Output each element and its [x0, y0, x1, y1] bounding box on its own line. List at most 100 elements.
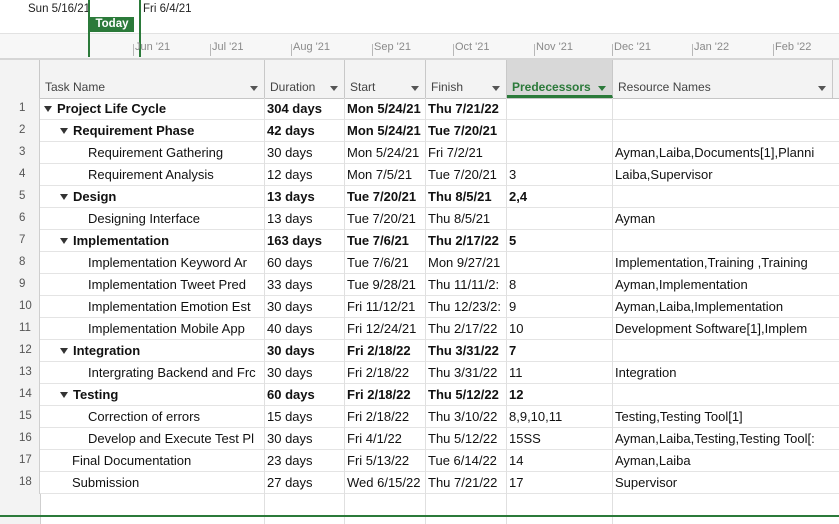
row-number-cell[interactable]: 1	[0, 98, 40, 120]
task-name-cell[interactable]: Implementation Emotion Est	[40, 296, 265, 318]
row-number-cell[interactable]: 15	[0, 406, 40, 428]
duration-cell[interactable]: 13 days	[265, 208, 345, 230]
duration-cell[interactable]: 60 days	[265, 384, 345, 406]
finish-cell[interactable]: Mon 9/27/21	[426, 252, 507, 274]
resource-names-cell[interactable]	[613, 120, 839, 142]
finish-cell[interactable]: Thu 5/12/22	[426, 384, 507, 406]
table-row[interactable]: 9 Implementation Tweet Pred 33 days Tue 9/2…	[0, 274, 839, 296]
task-name-cell[interactable]: Integration	[40, 340, 265, 362]
predecessors-cell[interactable]: 9	[507, 296, 613, 318]
header-task-name[interactable]: Task Name	[40, 60, 265, 98]
resource-names-cell[interactable]: Supervisor	[613, 472, 839, 494]
resource-names-cell[interactable]: Testing,Testing Tool[1]	[613, 406, 839, 428]
start-cell[interactable]: Fri 11/12/21	[345, 296, 426, 318]
finish-cell[interactable]: Thu 3/31/22	[426, 340, 507, 362]
finish-cell[interactable]: Thu 2/17/22	[426, 318, 507, 340]
predecessors-cell[interactable]: 17	[507, 472, 613, 494]
start-cell[interactable]: Tue 7/6/21	[345, 230, 426, 252]
table-row[interactable]: 3 Requirement Gathering 30 days Mon 5/24/21…	[0, 142, 839, 164]
table-row[interactable]: 6 Designing Interface 13 days Tue 7/20/21 Th…	[0, 208, 839, 230]
duration-cell[interactable]: 30 days	[265, 340, 345, 362]
chevron-down-icon[interactable]	[411, 86, 419, 91]
table-row[interactable]: 2 Requirement Phase 42 days Mon 5/24/21 Tue …	[0, 120, 839, 142]
row-number-cell[interactable]: 3	[0, 142, 40, 164]
predecessors-cell[interactable]: 3	[507, 164, 613, 186]
duration-cell[interactable]: 42 days	[265, 120, 345, 142]
predecessors-cell[interactable]	[507, 142, 613, 164]
duration-cell[interactable]: 30 days	[265, 296, 345, 318]
duration-cell[interactable]: 15 days	[265, 406, 345, 428]
table-row[interactable]: 7 Implementation 163 days Tue 7/6/21 Thu 2/1…	[0, 230, 839, 252]
start-cell[interactable]: Wed 6/15/22	[345, 472, 426, 494]
predecessors-cell[interactable]: 10	[507, 318, 613, 340]
predecessors-cell[interactable]: 11	[507, 362, 613, 384]
task-name-cell[interactable]: Project Life Cycle	[40, 98, 265, 120]
table-row[interactable]: 17 Final Documentation 23 days Fri 5/13/22 T…	[0, 450, 839, 472]
start-cell[interactable]: Fri 2/18/22	[345, 406, 426, 428]
duration-cell[interactable]: 30 days	[265, 428, 345, 450]
start-cell[interactable]: Tue 9/28/21	[345, 274, 426, 296]
predecessors-cell[interactable]	[507, 120, 613, 142]
resource-names-cell[interactable]: Ayman,Laiba,Testing,Testing Tool[:	[613, 428, 839, 450]
row-number-cell[interactable]: 9	[0, 274, 40, 296]
task-name-cell[interactable]: Implementation Mobile App	[40, 318, 265, 340]
resource-names-cell[interactable]: Ayman,Implementation	[613, 274, 839, 296]
task-name-cell[interactable]: Implementation Keyword Ar	[40, 252, 265, 274]
table-row[interactable]: 13 Intergrating Backend and Frc 30 days Fri…	[0, 362, 839, 384]
predecessors-cell[interactable]: 5	[507, 230, 613, 252]
table-row[interactable]: 15 Correction of errors 15 days Fri 2/18/22…	[0, 406, 839, 428]
finish-cell[interactable]: Thu 7/21/22	[426, 472, 507, 494]
predecessors-cell[interactable]: 2,4	[507, 186, 613, 208]
duration-cell[interactable]: 163 days	[265, 230, 345, 252]
header-finish[interactable]: Finish	[426, 60, 507, 98]
duration-cell[interactable]: 304 days	[265, 98, 345, 120]
finish-cell[interactable]: Tue 7/20/21	[426, 164, 507, 186]
task-name-cell[interactable]: Implementation	[40, 230, 265, 252]
row-number-cell[interactable]: 17	[0, 450, 40, 472]
resource-names-cell[interactable]: Ayman,Laiba	[613, 450, 839, 472]
collapse-triangle-icon[interactable]	[60, 238, 68, 244]
duration-cell[interactable]: 12 days	[265, 164, 345, 186]
start-cell[interactable]: Tue 7/6/21	[345, 252, 426, 274]
start-cell[interactable]: Fri 5/13/22	[345, 450, 426, 472]
row-number-cell[interactable]: 12	[0, 340, 40, 362]
predecessors-cell[interactable]: 15SS	[507, 428, 613, 450]
start-cell[interactable]: Fri 12/24/21	[345, 318, 426, 340]
header-row-number[interactable]	[0, 60, 40, 98]
resource-names-cell[interactable]: Ayman,Laiba,Documents[1],Planni	[613, 142, 839, 164]
resource-names-cell[interactable]: Ayman	[613, 208, 839, 230]
finish-cell[interactable]: Thu 3/10/22	[426, 406, 507, 428]
chevron-down-icon[interactable]	[818, 86, 826, 91]
resource-names-cell[interactable]: Ayman,Laiba,Implementation	[613, 296, 839, 318]
resource-names-cell[interactable]: Development Software[1],Implem	[613, 318, 839, 340]
duration-cell[interactable]: 60 days	[265, 252, 345, 274]
table-row[interactable]: 1 Project Life Cycle 304 days Mon 5/24/21 Th…	[0, 98, 839, 120]
finish-cell[interactable]: Tue 6/14/22	[426, 450, 507, 472]
resource-names-cell[interactable]: Implementation,Training ,Training	[613, 252, 839, 274]
predecessors-cell[interactable]	[507, 98, 613, 120]
task-name-cell[interactable]: Final Documentation	[40, 450, 265, 472]
resource-names-cell[interactable]	[613, 384, 839, 406]
row-number-cell[interactable]: 10	[0, 296, 40, 318]
row-number-cell[interactable]: 4	[0, 164, 40, 186]
table-row[interactable]: 11 Implementation Mobile App 40 days Fri 12…	[0, 318, 839, 340]
chevron-down-icon[interactable]	[250, 86, 258, 91]
resource-names-cell[interactable]	[613, 230, 839, 252]
task-name-cell[interactable]: Requirement Gathering	[40, 142, 265, 164]
start-cell[interactable]: Mon 5/24/21	[345, 98, 426, 120]
task-name-cell[interactable]: Correction of errors	[40, 406, 265, 428]
predecessors-cell[interactable]	[507, 208, 613, 230]
predecessors-cell[interactable]: 12	[507, 384, 613, 406]
table-row[interactable]: 10 Implementation Emotion Est 30 days Fri 1…	[0, 296, 839, 318]
duration-cell[interactable]: 30 days	[265, 362, 345, 384]
duration-cell[interactable]: 13 days	[265, 186, 345, 208]
finish-cell[interactable]: Thu 7/21/22	[426, 98, 507, 120]
finish-cell[interactable]: Thu 12/23/2:	[426, 296, 507, 318]
start-cell[interactable]: Fri 2/18/22	[345, 340, 426, 362]
finish-cell[interactable]: Fri 7/2/21	[426, 142, 507, 164]
table-row[interactable]: 5 Design 13 days Tue 7/20/21 Thu 8/5/21 2,4	[0, 186, 839, 208]
collapse-triangle-icon[interactable]	[60, 128, 68, 134]
table-row[interactable]: 18 Submission 27 days Wed 6/15/22 Thu 7/21/2…	[0, 472, 839, 494]
start-cell[interactable]: Mon 5/24/21	[345, 120, 426, 142]
collapse-triangle-icon[interactable]	[60, 392, 68, 398]
